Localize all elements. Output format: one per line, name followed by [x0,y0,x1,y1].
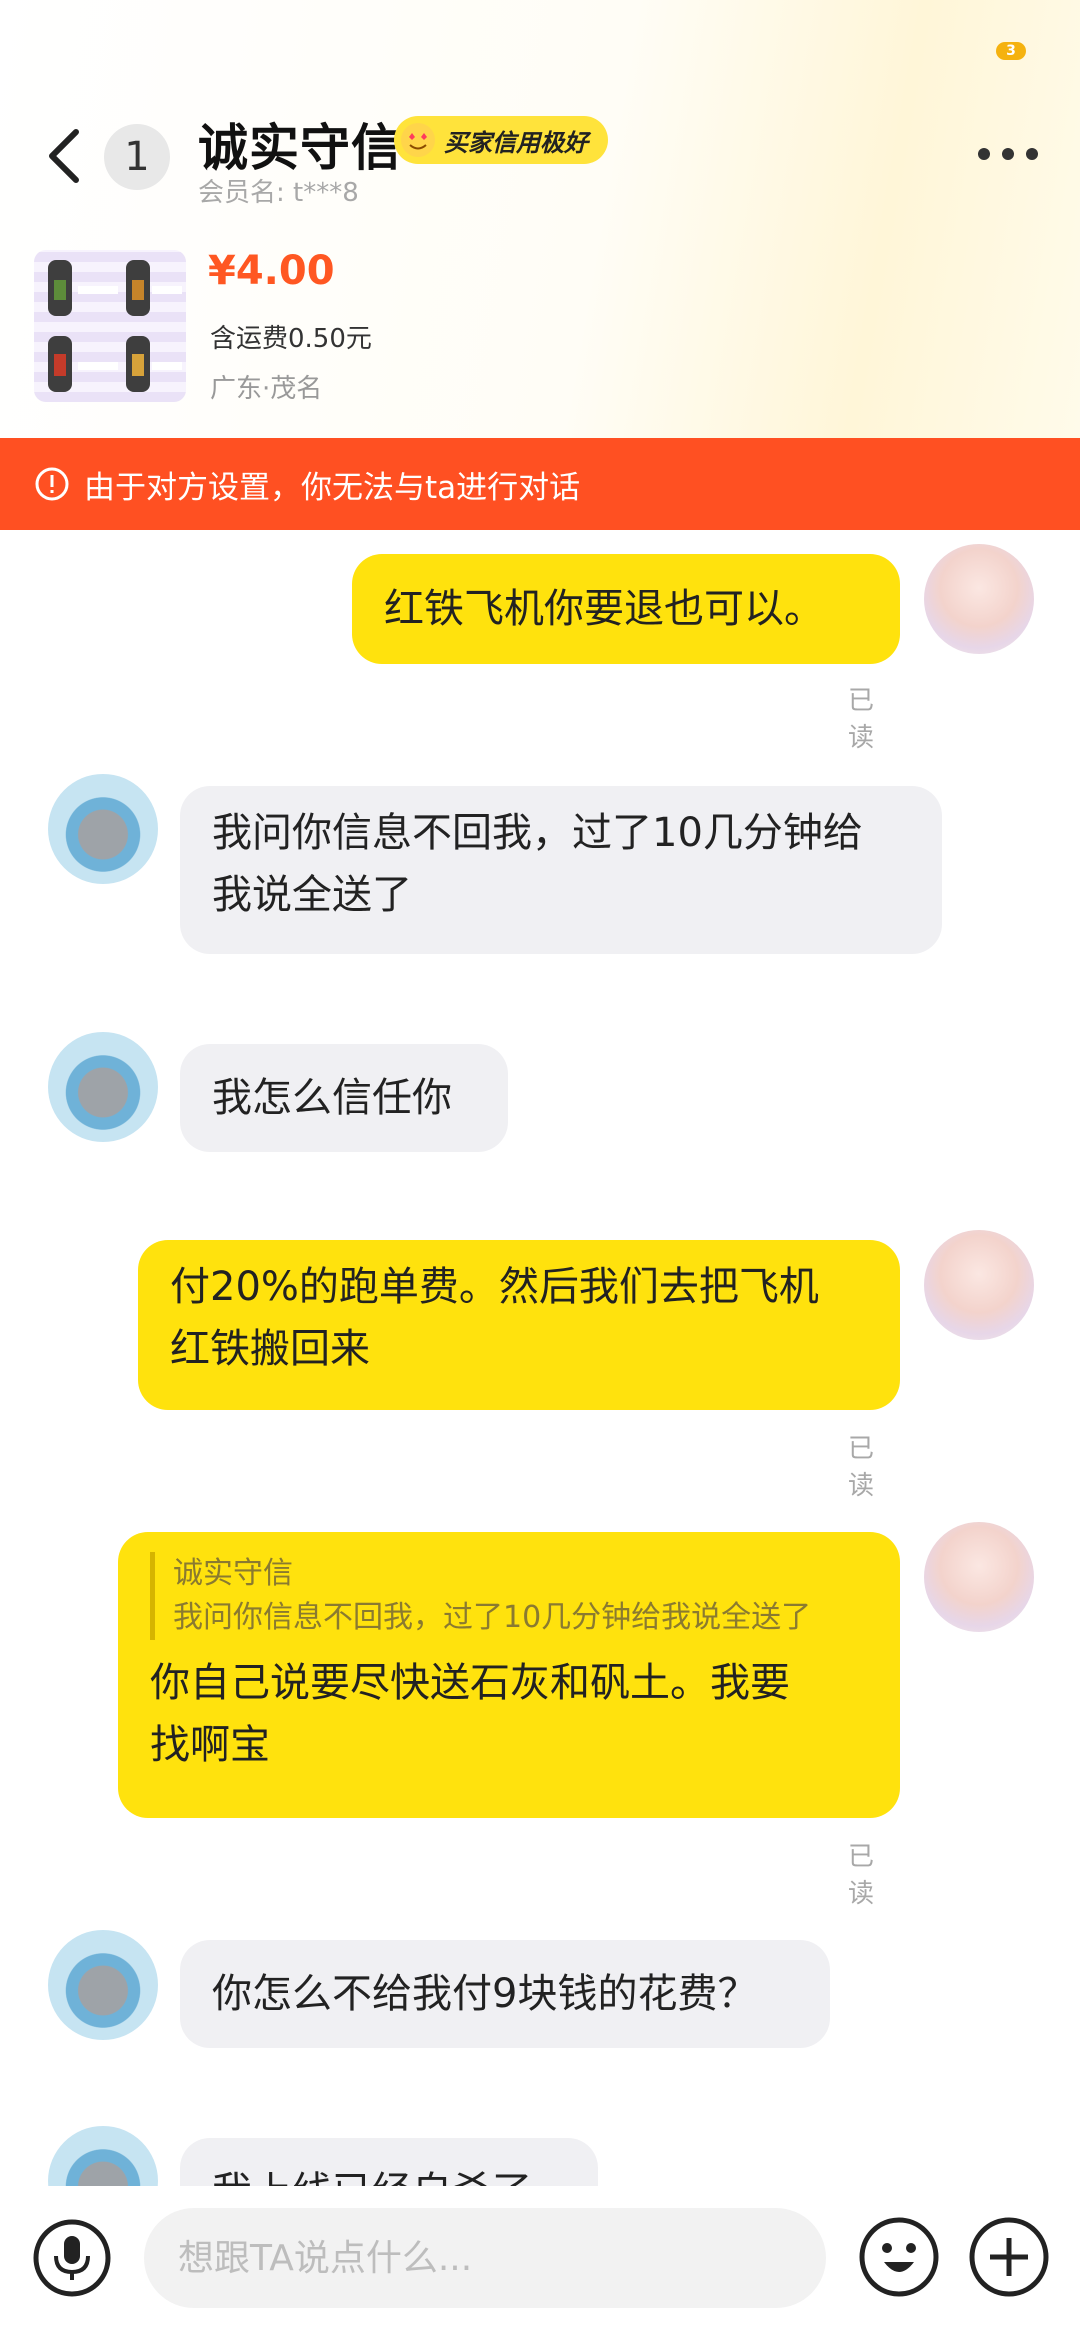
message-bubble[interactable]: 你怎么不给我付9块钱的花费？ [180,1940,830,2048]
read-status: 已读 [848,1842,875,1909]
restriction-banner: 由于对方设置，你无法与ta进行对话 [0,438,1080,530]
emoji-icon[interactable] [858,2216,940,2298]
status-badge: 3 [996,42,1026,60]
my-avatar[interactable] [924,1522,1034,1632]
more-icon[interactable] [976,144,1040,164]
product-image [48,260,182,392]
credit-badge-label: 买家信用极好 [444,128,588,157]
member-id: 会员名: t***8 [198,178,359,208]
quoted-author: 诚实守信 [173,1556,293,1591]
heart-eyes-icon [401,123,435,157]
contact-name[interactable]: 诚实守信 [198,108,402,180]
credit-badge[interactable]: 买家信用极好 [394,116,608,164]
plus-icon[interactable] [968,2216,1050,2298]
input-bar [0,2186,1080,2340]
message-line: 我问你信息不回我，过了10几分钟给 [212,810,863,856]
quoted-reply[interactable]: 诚实守信 我问你信息不回我，过了10几分钟给我说全送了 [150,1552,868,1640]
back-arrow-icon[interactable] [40,124,90,188]
quoted-message-bubble[interactable]: 诚实守信 我问你信息不回我，过了10几分钟给我说全送了 你自己说要尽快送石灰和矾… [118,1532,900,1818]
contact-avatar[interactable] [48,774,158,884]
read-status: 已读 [848,686,875,753]
message-bubble[interactable]: 我怎么信任你 [180,1044,508,1152]
chat-header: 3 1 诚实守信 买家信用极好 会员名: t***8 ¥4.00 含运费0.50… [0,0,1080,438]
message-line: 付20%的跑单费。然后我们去把飞机 [170,1264,819,1310]
my-avatar[interactable] [924,544,1034,654]
contact-avatar[interactable] [48,1032,158,1142]
chat-screen: 3 1 诚实守信 买家信用极好 会员名: t***8 ¥4.00 含运费0.50… [0,0,1080,2340]
microphone-icon[interactable] [32,2218,112,2298]
message-line: 你自己说要尽快送石灰和矾土。我要 [150,1660,790,1706]
message-line: 找啊宝 [150,1722,270,1768]
read-status: 已读 [848,1434,875,1501]
restriction-text: 由于对方设置，你无法与ta进行对话 [84,469,581,506]
contact-avatar[interactable] [48,1930,158,2040]
product-thumbnail[interactable] [34,250,186,402]
my-avatar[interactable] [924,1230,1034,1340]
message-input[interactable] [144,2208,826,2308]
message-line: 我说全送了 [212,872,412,918]
message-bubble[interactable]: 我问你信息不回我，过了10几分钟给 我说全送了 [180,786,942,954]
message-bubble[interactable]: 红铁飞机你要退也可以。 [352,554,900,664]
alert-circle-icon [35,467,69,501]
shipping-fee: 含运费0.50元 [210,324,372,354]
quoted-text: 我问你信息不回我，过了10几分钟给我说全送了 [173,1600,812,1635]
unread-count-badge: 1 [104,124,170,190]
product-location: 广东·茂名 [210,374,323,404]
product-price: ¥4.00 [208,248,335,294]
message-line: 红铁搬回来 [170,1326,370,1372]
message-bubble[interactable]: 付20%的跑单费。然后我们去把飞机 红铁搬回来 [138,1240,900,1410]
